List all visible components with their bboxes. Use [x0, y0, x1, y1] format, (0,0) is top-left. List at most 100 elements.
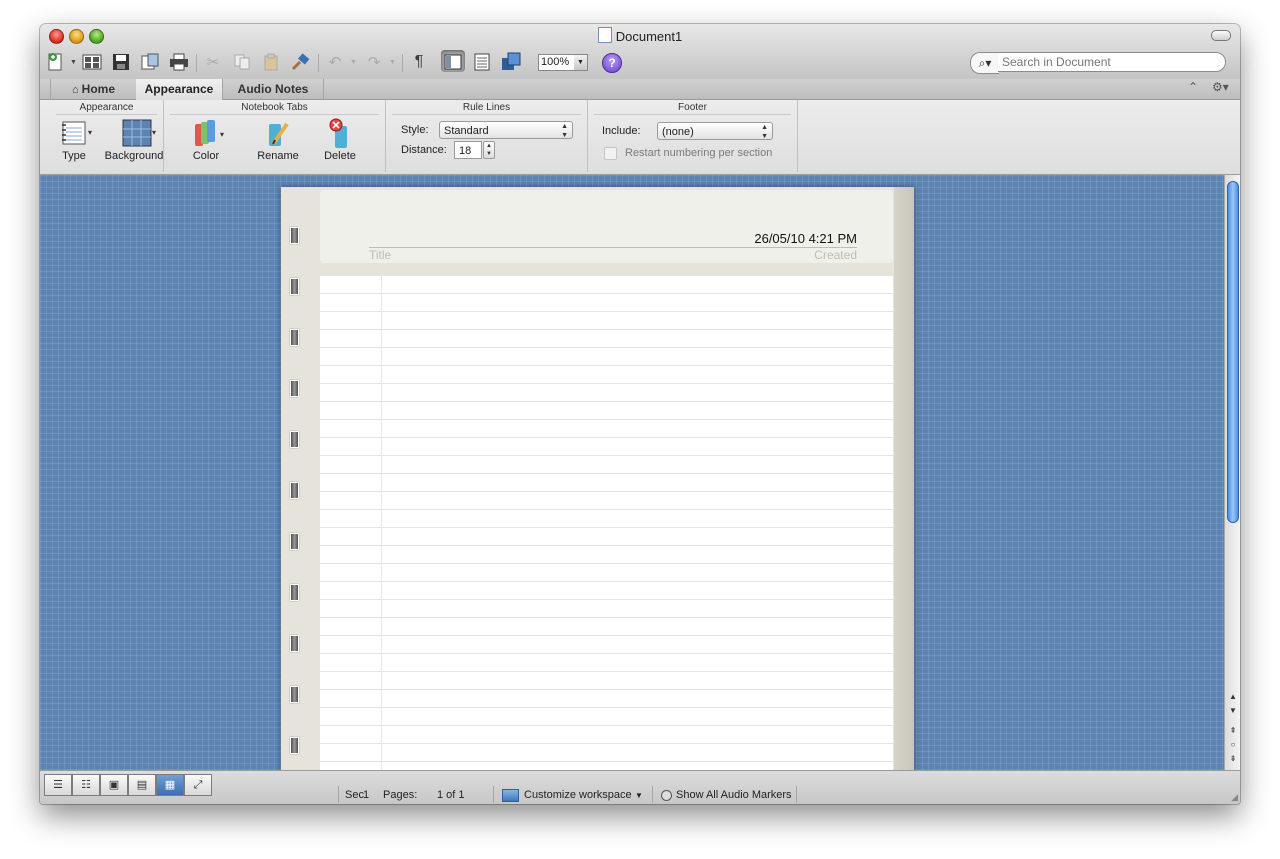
- ribbon: Appearance ▾ Type ▾ Background Notebook …: [40, 100, 1240, 175]
- previous-page-icon[interactable]: ⇞: [1226, 725, 1240, 737]
- sidebar-icon[interactable]: [443, 52, 463, 72]
- full-screen-view-icon[interactable]: ⤢: [184, 774, 212, 796]
- svg-text:▾: ▾: [152, 128, 156, 137]
- ruled-sheet[interactable]: [320, 276, 893, 770]
- notebook-layout-view-icon[interactable]: ▦: [156, 774, 184, 796]
- publishing-layout-view-icon[interactable]: ▣: [100, 774, 128, 796]
- format-painter-icon[interactable]: [290, 52, 310, 72]
- new-document-caret-icon[interactable]: ▼: [70, 59, 77, 66]
- show-paragraph-marks-icon[interactable]: ¶: [409, 52, 429, 72]
- print-preview-icon[interactable]: [140, 52, 160, 72]
- scroll-down-icon[interactable]: ▼: [1226, 705, 1240, 717]
- background-button[interactable]: ▾ Background: [102, 118, 166, 162]
- next-page-icon[interactable]: ⇟: [1226, 753, 1240, 765]
- audio-marker-icon: [661, 790, 672, 801]
- draft-view-icon[interactable]: ☰: [44, 774, 72, 796]
- scroll-thumb[interactable]: [1227, 181, 1239, 523]
- paste-icon[interactable]: [261, 52, 281, 72]
- binder-ring: [290, 482, 299, 499]
- customize-workspace-caret-icon[interactable]: ▼: [635, 791, 643, 800]
- delete-label: Delete: [324, 150, 356, 162]
- undo-caret-icon[interactable]: ▼: [350, 59, 357, 66]
- tab-audio-notes[interactable]: Audio Notes: [223, 79, 324, 99]
- copy-icon[interactable]: [232, 52, 252, 72]
- save-icon[interactable]: [111, 52, 131, 72]
- vertical-scrollbar[interactable]: ▲ ▼ ⇞ ○ ⇟: [1224, 175, 1240, 770]
- binder-ring: [290, 329, 299, 346]
- delete-button[interactable]: Delete: [316, 118, 364, 162]
- notebook-type-icon: ▾: [59, 118, 92, 148]
- group-notebook-tabs-title: Notebook Tabs: [164, 102, 385, 115]
- show-audio-markers-button[interactable]: Show All Audio Markers: [676, 789, 792, 801]
- notebook-page: 26/05/10 4:21 PM Title Created: [281, 187, 914, 770]
- outline-view-icon[interactable]: ☷: [72, 774, 100, 796]
- cut-icon[interactable]: ✂: [203, 52, 223, 72]
- browse-object-icon[interactable]: ○: [1226, 739, 1240, 751]
- title-field[interactable]: Title: [369, 248, 391, 262]
- distance-input[interactable]: 18: [454, 141, 482, 159]
- zoom-field[interactable]: 100%: [538, 54, 578, 71]
- toolbar-divider: [402, 54, 403, 72]
- redo-caret-icon[interactable]: ▼: [389, 59, 396, 66]
- scroll-up-icon[interactable]: ▲: [1226, 691, 1240, 703]
- tab-home-label: Home: [81, 82, 116, 96]
- group-rule-lines-title: Rule Lines: [386, 102, 587, 115]
- restart-numbering-checkbox[interactable]: [604, 147, 617, 160]
- restart-numbering-label: Restart numbering per section: [625, 147, 773, 159]
- collapse-ribbon-icon[interactable]: ⌃: [1188, 80, 1198, 94]
- help-button[interactable]: ?: [602, 53, 622, 73]
- rename-label: Rename: [257, 150, 299, 162]
- rename-pencil-icon: [263, 118, 293, 148]
- undo-icon[interactable]: ↶: [325, 52, 345, 72]
- section-label: Sec: [345, 789, 364, 801]
- templates-gallery-icon[interactable]: [82, 52, 102, 72]
- media-browser-icon[interactable]: [501, 52, 521, 72]
- status-divider: [796, 786, 797, 803]
- binder-ring: [290, 737, 299, 754]
- created-date[interactable]: 26/05/10 4:21 PM: [754, 231, 857, 246]
- footer-include-select[interactable]: (none) ▲ ▼: [657, 122, 773, 140]
- color-button[interactable]: ▾ Color: [182, 118, 230, 162]
- type-label: Type: [62, 150, 86, 162]
- resize-grip-icon[interactable]: ◢: [1231, 792, 1238, 803]
- binder-ring: [290, 533, 299, 550]
- status-divider: [652, 786, 653, 803]
- tab-home[interactable]: ⌂ Home: [50, 79, 137, 99]
- section-number: 1: [363, 789, 370, 801]
- tab-color-icon: ▾: [191, 118, 224, 148]
- binder-ring: [290, 635, 299, 652]
- search-input[interactable]: [998, 52, 1226, 72]
- toolbar-toggle-button[interactable]: [1211, 30, 1231, 41]
- margin-line: [381, 276, 382, 770]
- print-icon[interactable]: [169, 52, 189, 72]
- color-label: Color: [192, 150, 220, 162]
- redo-icon[interactable]: ↷: [364, 52, 384, 72]
- ribbon-settings-icon[interactable]: ⚙▾: [1212, 80, 1229, 94]
- toolbar-divider: [196, 54, 197, 72]
- tab-appearance[interactable]: Appearance: [136, 79, 223, 100]
- print-layout-view-icon[interactable]: ▤: [128, 774, 156, 796]
- document-canvas: 26/05/10 4:21 PM Title Created: [40, 175, 1224, 770]
- group-appearance-title: Appearance: [50, 102, 163, 115]
- rule-style-select[interactable]: Standard ▲ ▼: [439, 121, 573, 139]
- distance-stepper[interactable]: ▲ ▼: [483, 141, 495, 159]
- zoom-dropdown-icon[interactable]: ▼: [574, 54, 588, 71]
- created-label: Created: [814, 248, 857, 262]
- background-label: Background: [104, 150, 164, 162]
- rename-button[interactable]: Rename: [252, 118, 304, 162]
- page-header: 26/05/10 4:21 PM Title Created: [320, 190, 893, 263]
- word-window: Document1 ▼ ✂ ↶ ▼ ↷ ▼ ¶ 100% ▼ ? ⌕▾ Sear…: [40, 24, 1240, 804]
- select-arrows-icon: ▲ ▼: [561, 123, 568, 139]
- search-icon[interactable]: ⌕▾: [970, 52, 999, 74]
- status-bar: ☰ ☷ ▣ ▤ ▦ ⤢ Sec 1 Pages: 1 of 1 Customiz…: [40, 770, 1240, 804]
- toolbox-icon[interactable]: [472, 52, 492, 72]
- distance-label: Distance:: [401, 144, 447, 156]
- select-arrows-icon: ▲ ▼: [761, 124, 768, 140]
- header-divider: [369, 247, 857, 248]
- group-footer-title: Footer: [588, 102, 797, 115]
- search-box: ⌕▾: [970, 52, 1232, 74]
- type-button[interactable]: ▾ Type: [52, 118, 96, 162]
- toolbar-divider: [318, 54, 319, 72]
- customize-workspace-button[interactable]: Customize workspace: [524, 789, 632, 801]
- new-document-icon[interactable]: [46, 52, 66, 72]
